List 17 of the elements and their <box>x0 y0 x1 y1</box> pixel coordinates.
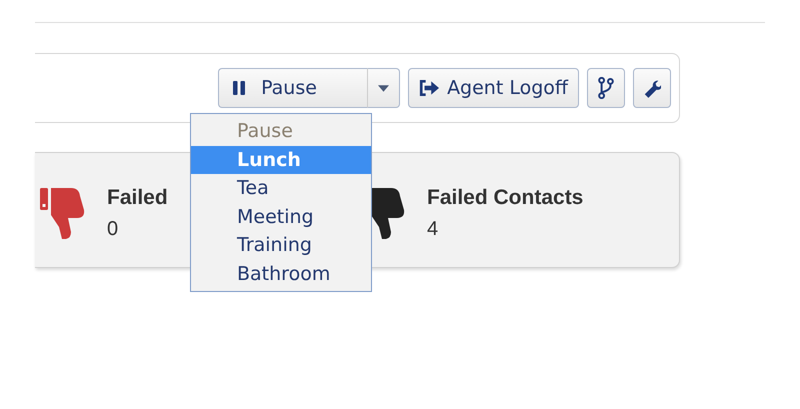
stat-value: 0 <box>107 218 120 240</box>
menu-option[interactable]: Meeting <box>191 202 371 232</box>
logoff-button[interactable]: Agent Logoff <box>408 68 579 108</box>
stat-title: Failed Contacts <box>427 186 584 210</box>
stat-title: Failed <box>107 186 168 210</box>
branch-button[interactable] <box>587 68 625 108</box>
stat-value: 4 <box>427 218 440 240</box>
menu-option[interactable]: Bathroom <box>191 260 371 289</box>
status-button[interactable]: Pause <box>218 68 368 108</box>
dropdown-toggle[interactable] <box>368 68 400 108</box>
menu-option[interactable]: Training <box>191 231 371 260</box>
caret-icon <box>378 84 390 92</box>
branch-icon <box>597 77 615 99</box>
sign-out-icon <box>419 80 440 96</box>
menu-option[interactable]: Tea <box>191 174 371 203</box>
settings-button[interactable] <box>633 68 671 108</box>
pause-icon <box>233 80 246 96</box>
